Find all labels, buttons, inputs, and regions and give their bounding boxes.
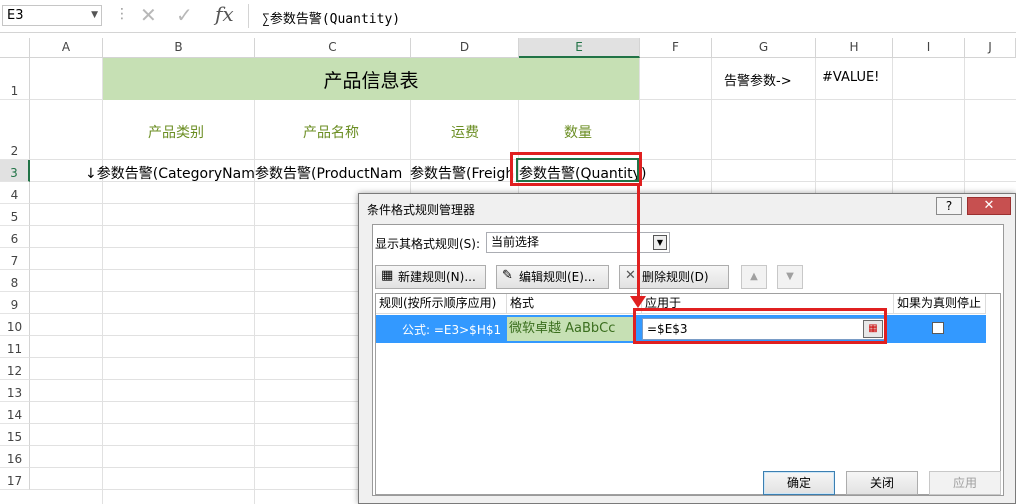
column-header-f[interactable]: F [640, 38, 712, 58]
gridline [102, 58, 103, 504]
cell-b3[interactable]: 参数告警(ProductNam [255, 163, 402, 182]
edit-rule-icon: ✎ [502, 268, 513, 283]
new-rule-icon: ▦ [381, 268, 394, 283]
name-box-value: E3 [7, 8, 24, 23]
move-down-button[interactable]: ▼ [777, 265, 803, 289]
cell-c3[interactable]: 参数告警(Freigh [410, 163, 514, 182]
column-header-g[interactable]: G [712, 38, 816, 58]
help-button[interactable]: ? [936, 197, 962, 215]
highlight-box-cell [510, 152, 642, 186]
rule-column-header: 规则(按所示顺序应用) [376, 294, 507, 314]
row3-text-area: ↓参数告警(CategoryNam 参数告警(ProductNam 参数告警(F… [30, 160, 518, 182]
dialog-content-panel: 显示其格式规则(S): 当前选择 ▼ ▦ 新建规则(N)... ✎ 编辑规则(E… [372, 224, 1004, 496]
name-box[interactable]: E3 ▼ [2, 5, 102, 26]
move-up-button[interactable]: ▲ [741, 265, 767, 289]
row-header-4[interactable]: 4 [0, 182, 30, 204]
header-category-cell[interactable]: 产品类别 [148, 122, 204, 142]
row-header-3[interactable]: 3 [0, 160, 30, 182]
stop-if-true-column-header: 如果为真则停止 [894, 294, 986, 314]
cancel-icon[interactable]: ✕ [140, 4, 157, 26]
rules-toolbar: ▦ 新建规则(N)... ✎ 编辑规则(E)... ✕ 删除规则(D) ▲ ▼ [373, 262, 1003, 292]
annotation-arrow-line [637, 186, 640, 298]
alarm-value-cell[interactable]: #VALUE! [822, 70, 879, 85]
formula-bar: E3 ▼ ⋮ ✕ ✓ fx ∑参数告警(Quantity) [0, 0, 1016, 33]
close-button[interactable]: 关闭 [846, 471, 918, 495]
header-freight-cell[interactable]: 运费 [451, 122, 479, 142]
show-rules-value: 当前选择 [491, 235, 540, 249]
apply-button[interactable]: 应用 [929, 471, 1001, 495]
column-header-b[interactable]: B [103, 38, 255, 58]
row-header-6[interactable]: 6 [0, 226, 30, 248]
row-header-7[interactable]: 7 [0, 248, 30, 270]
column-header-i[interactable]: I [893, 38, 965, 58]
delete-rule-label: 删除规则(D) [642, 270, 709, 284]
show-rules-label: 显示其格式规则(S): [375, 237, 481, 251]
insert-function-icon[interactable]: fx [215, 2, 234, 26]
column-header-e[interactable]: E [519, 38, 640, 58]
row-header-11[interactable]: 11 [0, 336, 30, 358]
ok-button[interactable]: 确定 [763, 471, 835, 495]
row-header-1[interactable]: 1 [0, 58, 30, 100]
column-header-a[interactable]: A [30, 38, 103, 58]
edit-rule-button[interactable]: ✎ 编辑规则(E)... [496, 265, 609, 289]
column-header-d[interactable]: D [411, 38, 519, 58]
row-header-15[interactable]: 15 [0, 424, 30, 446]
show-rules-select[interactable]: 当前选择 ▼ [486, 232, 670, 253]
new-rule-label: 新建规则(N)... [398, 270, 476, 284]
column-header-c[interactable]: C [255, 38, 411, 58]
enter-icon[interactable]: ✓ [176, 4, 193, 26]
row-header-9[interactable]: 9 [0, 292, 30, 314]
select-all-corner[interactable] [0, 38, 30, 58]
row-header-10[interactable]: 10 [0, 314, 30, 336]
row-header-12[interactable]: 12 [0, 358, 30, 380]
row-header-5[interactable]: 5 [0, 204, 30, 226]
row-header-16[interactable]: 16 [0, 446, 30, 468]
row-header-13[interactable]: 13 [0, 380, 30, 402]
rule-formula: 公式: =E3>$H$1 [402, 323, 502, 337]
new-rule-button[interactable]: ▦ 新建规则(N)... [375, 265, 486, 289]
header-product-name-cell[interactable]: 产品名称 [303, 122, 359, 142]
column-header-h[interactable]: H [816, 38, 893, 58]
annotation-arrow-head [630, 296, 646, 308]
row-header-17[interactable]: 17 [0, 468, 30, 490]
chevron-down-icon[interactable]: ▼ [653, 235, 667, 250]
row-header-2[interactable]: 2 [0, 100, 30, 160]
dialog-title: 条件格式规则管理器 [367, 203, 476, 217]
highlight-box-applies-to [633, 308, 887, 344]
gridline [254, 58, 255, 504]
edit-rule-label: 编辑规则(E)... [519, 270, 596, 284]
row-header-8[interactable]: 8 [0, 270, 30, 292]
header-quantity-cell[interactable]: 数量 [564, 122, 592, 142]
format-column-header: 格式 [507, 294, 642, 314]
chevron-down-icon[interactable]: ▼ [91, 6, 98, 25]
close-icon[interactable]: ✕ [967, 197, 1011, 215]
formula-input[interactable]: ∑参数告警(Quantity) [262, 8, 400, 27]
formula-bar-divider [248, 4, 249, 28]
more-icon: ⋮ [115, 6, 129, 22]
delete-rule-button[interactable]: ✕ 删除规则(D) [619, 265, 729, 289]
column-header-j[interactable]: J [965, 38, 1016, 58]
sheet-title-cell[interactable]: 产品信息表 [103, 58, 639, 100]
conditional-format-manager-dialog: 条件格式规则管理器 ? ✕ 显示其格式规则(S): 当前选择 ▼ ▦ 新建规则(… [358, 193, 1016, 504]
alarm-label-cell[interactable]: 告警参数-> [724, 70, 792, 89]
format-preview: 微软卓越 AaBbCc [507, 317, 635, 341]
row-header-14[interactable]: 14 [0, 402, 30, 424]
cell-a3[interactable]: ↓参数告警(CategoryNam [85, 163, 255, 182]
stop-if-true-checkbox[interactable] [932, 322, 944, 334]
